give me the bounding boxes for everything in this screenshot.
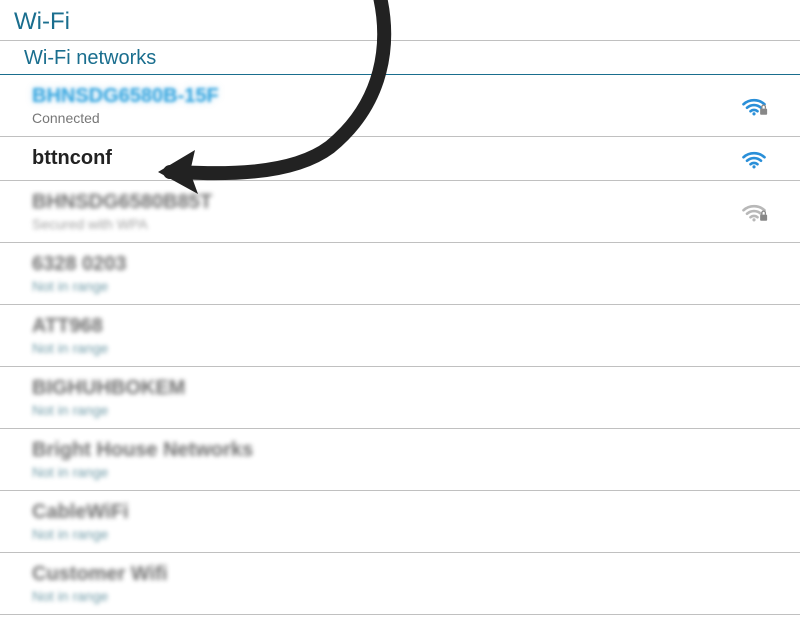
- wifi-secured-icon: [740, 95, 768, 117]
- network-status: Not in range: [32, 526, 129, 542]
- network-info: 6328 0203 Not in range: [32, 253, 127, 294]
- network-item[interactable]: bttnconf: [0, 137, 800, 181]
- network-name: 6328 0203: [32, 253, 127, 276]
- network-name: BHNSDG6580B-15F: [32, 85, 219, 108]
- network-name: Customer Wifi: [32, 563, 167, 586]
- network-item[interactable]: 6328 0203 Not in range: [0, 243, 800, 305]
- network-name: Bright House Networks: [32, 439, 253, 462]
- network-status: Not in range: [32, 464, 253, 480]
- network-item[interactable]: BIGHUHBOKEM Not in range: [0, 367, 800, 429]
- network-info: Customer Wifi Not in range: [32, 563, 167, 604]
- network-info: Bright House Networks Not in range: [32, 439, 253, 480]
- network-item[interactable]: ATT968 Not in range: [0, 305, 800, 367]
- wifi-secured-icon: [740, 201, 768, 223]
- network-info: ATT968 Not in range: [32, 315, 108, 356]
- network-info: BHNSDG6580B85T Secured with WPA: [32, 191, 212, 232]
- network-name: ATT968: [32, 315, 108, 338]
- network-info: BIGHUHBOKEM Not in range: [32, 377, 185, 418]
- network-name: BHNSDG6580B85T: [32, 191, 212, 214]
- network-info: CableWiFi Not in range: [32, 501, 129, 542]
- network-item[interactable]: Customer Wifi Not in range: [0, 553, 800, 615]
- page-title: Wi-Fi: [0, 0, 800, 40]
- network-status: Connected: [32, 110, 219, 126]
- network-status: Not in range: [32, 588, 167, 604]
- network-name: BIGHUHBOKEM: [32, 377, 185, 400]
- network-status: Not in range: [32, 402, 185, 418]
- network-status: Not in range: [32, 278, 127, 294]
- network-item[interactable]: Bright House Networks Not in range: [0, 429, 800, 491]
- wifi-icon: [740, 148, 768, 170]
- section-header: Wi-Fi networks: [0, 40, 800, 75]
- network-name: CableWiFi: [32, 501, 129, 524]
- network-item[interactable]: BHNSDG6580B85T Secured with WPA: [0, 181, 800, 243]
- network-status: Secured with WPA: [32, 216, 212, 232]
- network-item[interactable]: CableWiFi Not in range: [0, 491, 800, 553]
- network-status: Not in range: [32, 340, 108, 356]
- network-info: bttnconf: [32, 147, 112, 170]
- network-item[interactable]: BHNSDG6580B-15F Connected: [0, 75, 800, 137]
- network-name: bttnconf: [32, 147, 112, 170]
- network-info: BHNSDG6580B-15F Connected: [32, 85, 219, 126]
- network-list: BHNSDG6580B-15F Connected bttnconf BHNSDG65…: [0, 75, 800, 615]
